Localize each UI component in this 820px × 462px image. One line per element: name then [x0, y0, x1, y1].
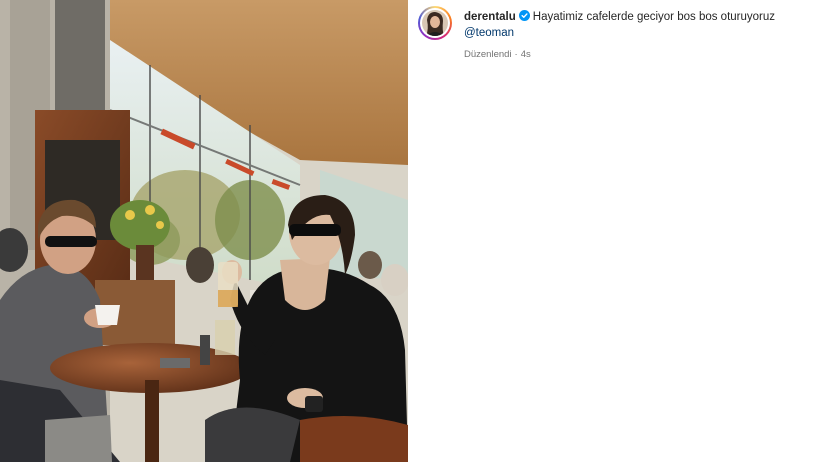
- username-link[interactable]: derentalu: [464, 11, 516, 23]
- post-meta: Düzenlendi · 4s: [464, 49, 775, 61]
- time-ago[interactable]: 4s: [521, 49, 531, 60]
- meta-separator: ·: [514, 49, 518, 60]
- profile-avatar-icon: [422, 10, 448, 36]
- edited-label: Düzenlendi: [464, 49, 512, 60]
- avatar-frame: [420, 8, 450, 38]
- caption-text: Hayatimiz cafelerde geciyor bos bos otur…: [532, 11, 776, 23]
- caption-line: derentalu Hayatimiz cafelerde geciyor bos…: [464, 10, 775, 41]
- cafe-photo: [0, 0, 408, 462]
- verified-badge-icon: [518, 10, 530, 21]
- caption-panel: derentalu Hayatimiz cafelerde geciyor bos…: [408, 0, 820, 462]
- post-photo[interactable]: [0, 0, 408, 462]
- caption-body: derentalu Hayatimiz cafelerde geciyor bos…: [464, 6, 775, 61]
- instagram-post: derentalu Hayatimiz cafelerde geciyor bos…: [0, 0, 820, 462]
- mention-link[interactable]: @teoman: [464, 26, 775, 41]
- avatar[interactable]: [418, 6, 452, 40]
- caption-row: derentalu Hayatimiz cafelerde geciyor bos…: [418, 6, 810, 61]
